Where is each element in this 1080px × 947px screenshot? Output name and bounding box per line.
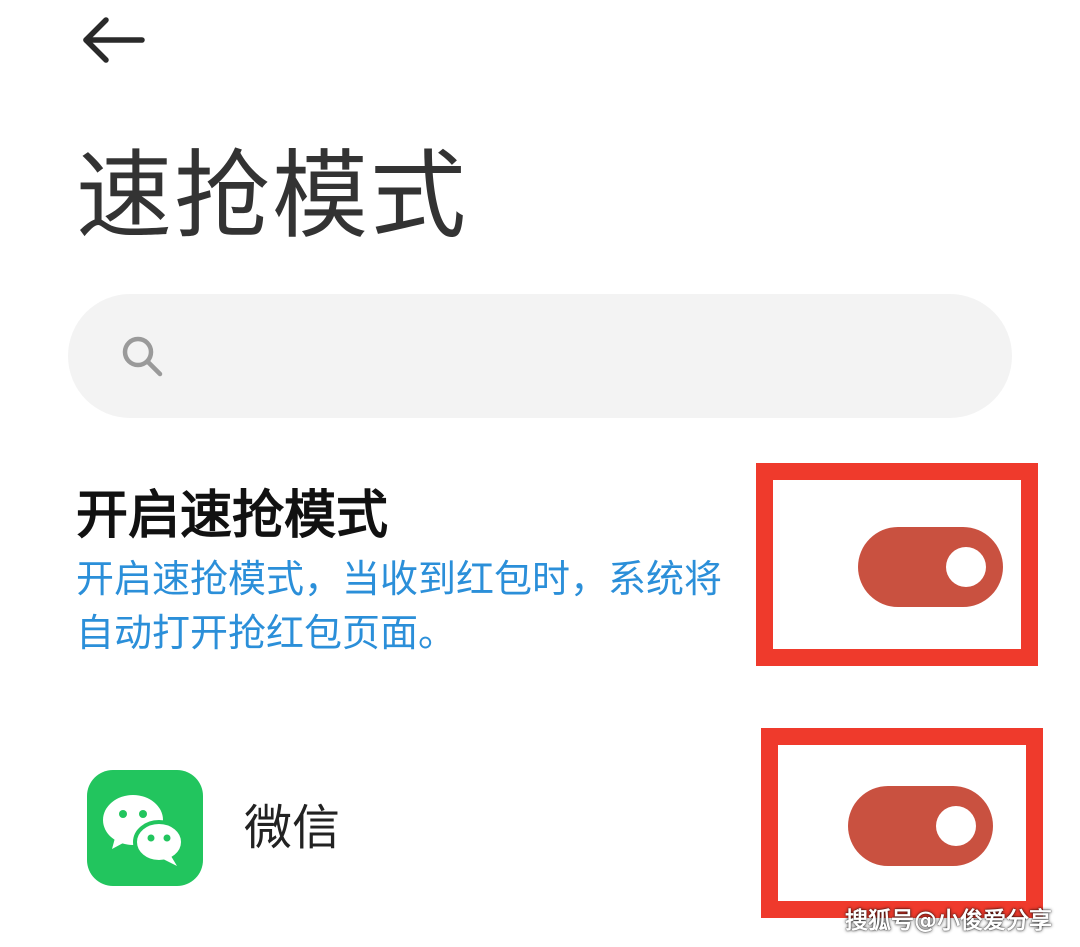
page-title: 速抢模式 — [76, 140, 468, 252]
highlight-frame — [756, 463, 1038, 666]
speed-mode-description: 开启速抢模式，当收到红包时，系统将自动打开抢红包页面。 — [76, 557, 723, 655]
search-input[interactable] — [68, 294, 1012, 418]
watermark: 搜狐号@小俊爱分享 — [845, 908, 1052, 934]
search-icon — [122, 336, 163, 377]
app-name-wechat: 微信 — [244, 800, 341, 856]
speed-mode-title: 开启速抢模式 — [76, 486, 389, 546]
arrow-left-icon — [83, 17, 145, 63]
back-button[interactable] — [78, 14, 150, 70]
highlight-frame — [761, 728, 1043, 918]
wechat-icon — [87, 770, 203, 886]
